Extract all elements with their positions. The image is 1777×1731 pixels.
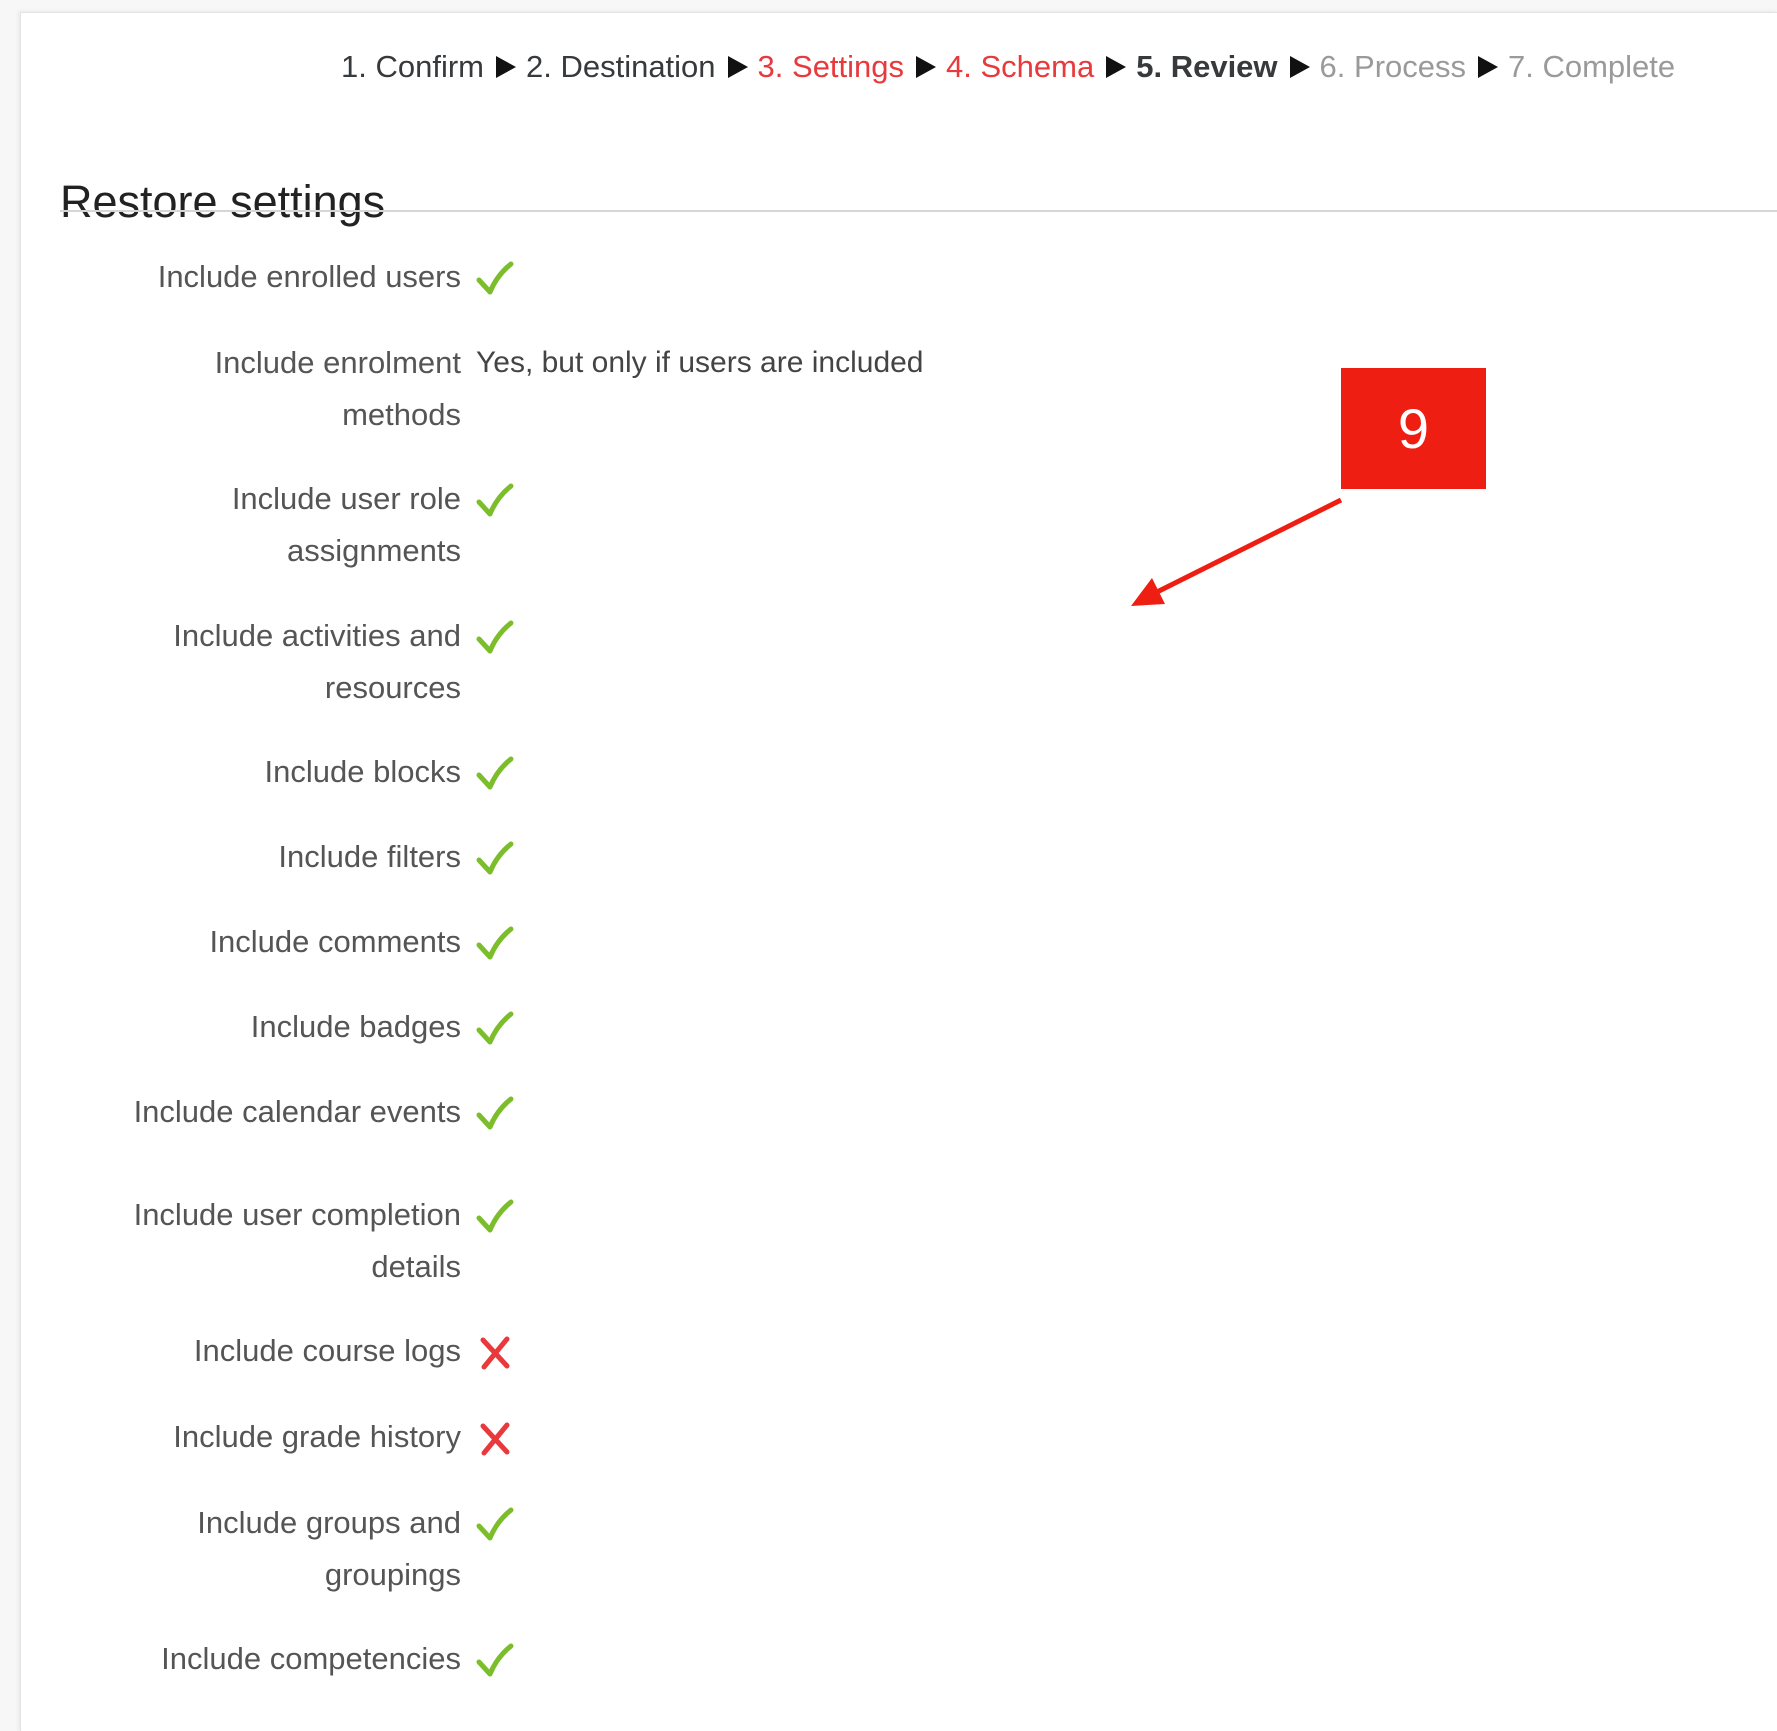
restore-panel: 1. Confirm 2. Destination 3. Settings 4.… (20, 12, 1777, 1731)
setting-label-line: Include activities and (173, 618, 461, 653)
setting-label-line: Include filters (278, 839, 461, 874)
setting-label-line: Include user completion (133, 1197, 461, 1232)
check-icon (476, 620, 514, 654)
check-icon (476, 1011, 514, 1045)
setting-label: Include user completion details (61, 1189, 461, 1293)
setting-label: Include comments (61, 916, 461, 968)
check-icon (476, 483, 514, 517)
setting-label: Include filters (61, 831, 461, 883)
triangle-right-icon (1478, 56, 1498, 78)
setting-label: Include blocks (61, 746, 461, 798)
section-title: Restore settings (60, 176, 386, 228)
step-6: 6. Process (1319, 49, 1466, 84)
triangle-right-icon (1289, 56, 1310, 78)
setting-label-line: resources (324, 670, 461, 705)
setting-label-line: Include grade history (173, 1419, 461, 1454)
setting-label-line: Include competencies (161, 1641, 461, 1676)
setting-label-line: Include calendar events (133, 1094, 461, 1129)
cross-icon (480, 1422, 510, 1456)
triangle-right-icon (727, 56, 748, 78)
triangle-right-icon (1106, 56, 1127, 78)
setting-label-line: Include enrolled users (157, 259, 461, 294)
check-icon (476, 926, 514, 960)
step-2: 2. Destination (525, 49, 716, 84)
callout-badge: 9 (1341, 368, 1486, 489)
setting-label-line: groupings (324, 1557, 461, 1592)
setting-label-line: Include groups and (197, 1505, 461, 1540)
setting-label: Include badges (61, 1001, 461, 1053)
setting-label: Include calendar events (61, 1086, 461, 1138)
setting-label-line: Include enrolment (214, 345, 461, 380)
check-icon (476, 756, 514, 790)
setting-label: Include competencies (61, 1633, 461, 1685)
setting-label-line: Include user role (231, 481, 461, 516)
check-icon (476, 1643, 514, 1677)
restore-steps-breadcrumb: 1. Confirm 2. Destination 3. Settings 4.… (341, 49, 1675, 85)
setting-label: Include user role assignments (61, 473, 461, 577)
triangle-right-icon (495, 56, 516, 78)
setting-label-line: Include comments (209, 924, 461, 959)
setting-label: Include enrolment methods (61, 337, 461, 441)
triangle-right-icon (916, 56, 937, 78)
step-4: 4. Schema (946, 49, 1095, 84)
setting-label-line: Include badges (250, 1009, 461, 1044)
setting-label-line: assignments (286, 533, 461, 568)
check-icon (476, 841, 514, 875)
title-divider (60, 210, 1777, 212)
setting-label-line: Include blocks (264, 754, 461, 789)
setting-label-line: Include course logs (193, 1333, 461, 1368)
setting-label-line: details (371, 1249, 461, 1284)
step-7: 7. Complete (1508, 49, 1676, 84)
setting-label: Include groups and groupings (61, 1497, 461, 1601)
setting-label: Include course logs (61, 1325, 461, 1377)
setting-label: Include grade history (61, 1411, 461, 1463)
step-5: 5. Review (1136, 49, 1278, 84)
check-icon (476, 1199, 514, 1233)
check-icon (476, 261, 514, 295)
setting-label-line: methods (342, 397, 461, 432)
setting-label: Include enrolled users (61, 251, 461, 303)
setting-value: Yes, but only if users are included (476, 346, 924, 379)
cross-icon (480, 1336, 510, 1370)
step-1: 1. Confirm (341, 49, 484, 84)
check-icon (476, 1096, 514, 1130)
setting-label: Include activities and resources (61, 610, 461, 714)
viewport: 1. Confirm 2. Destination 3. Settings 4.… (0, 0, 1777, 1731)
step-3: 3. Settings (757, 49, 905, 84)
check-icon (476, 1507, 514, 1541)
